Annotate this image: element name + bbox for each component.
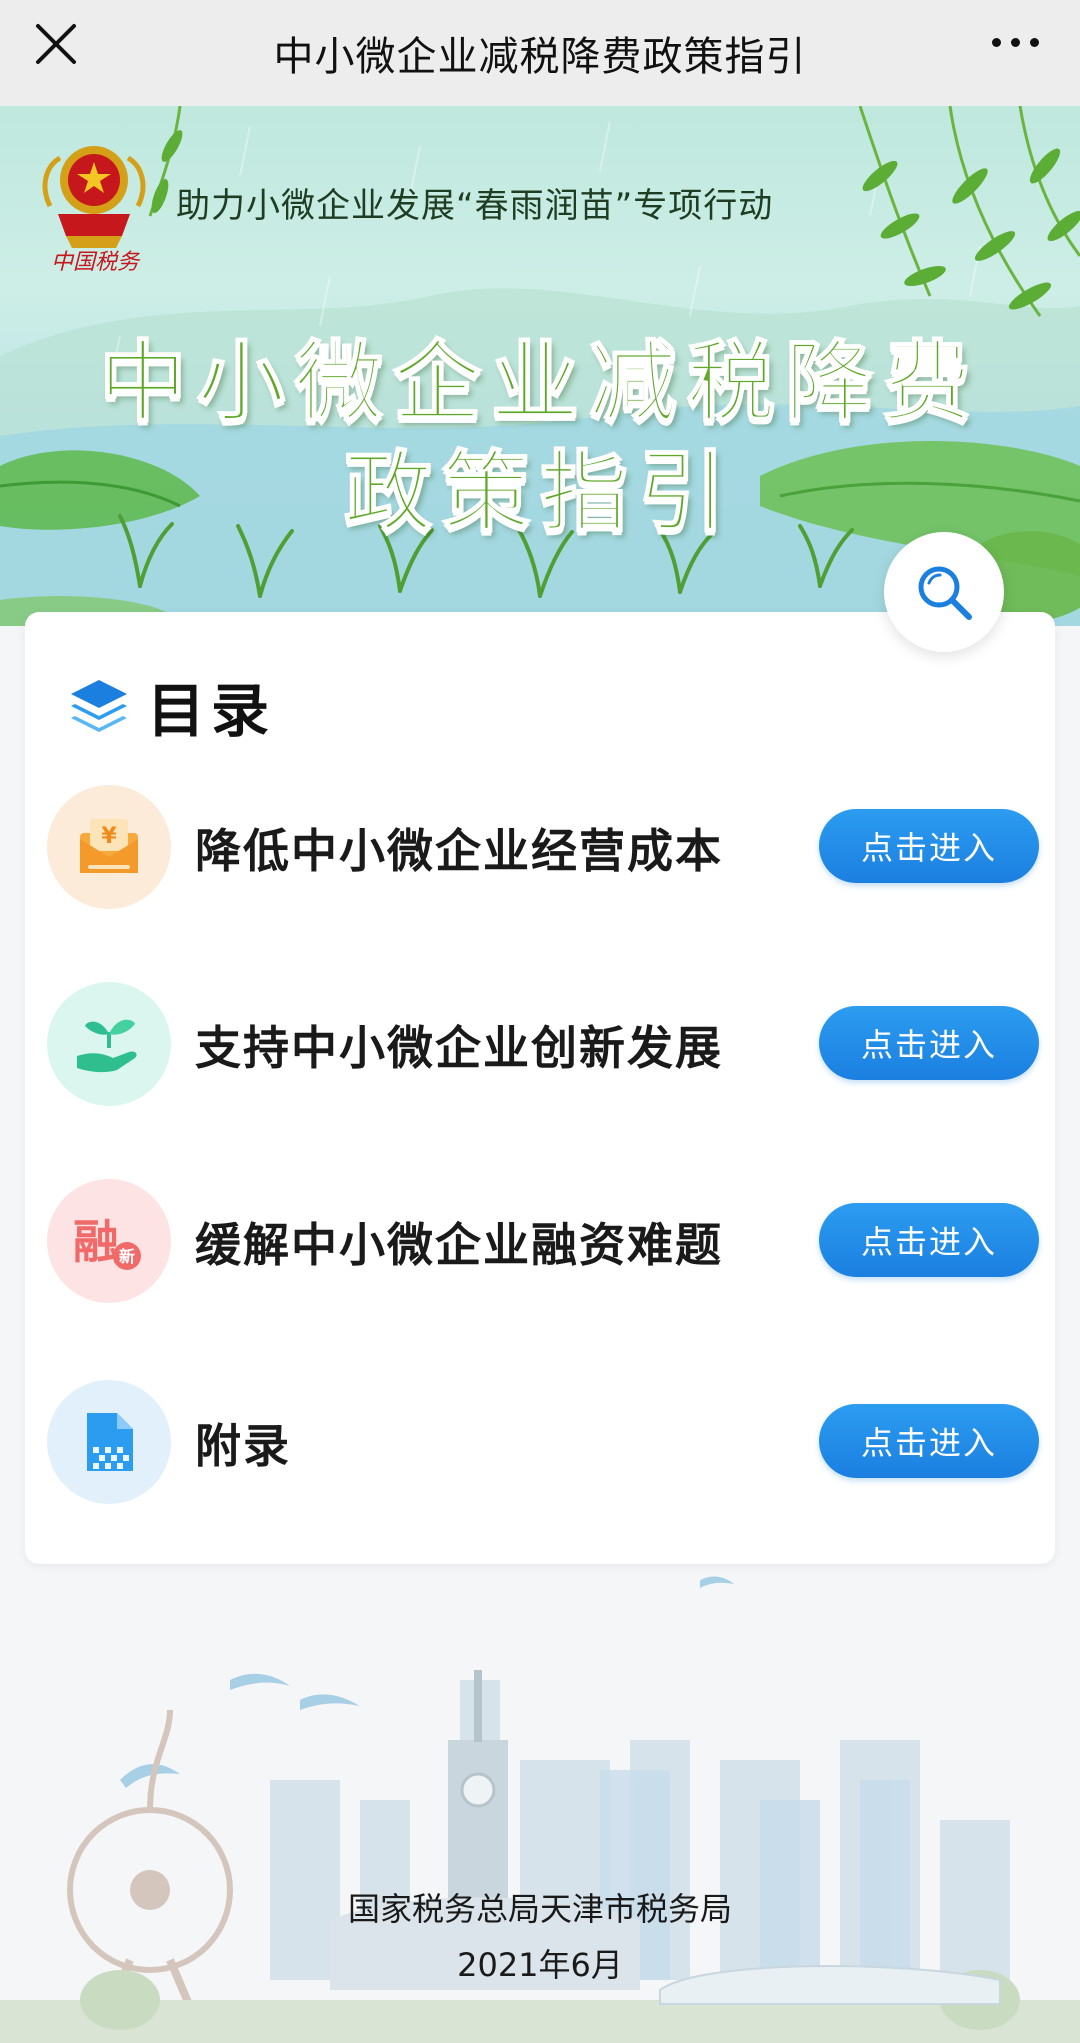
search-icon [918,566,972,620]
page: 中小微企业减税降费政策指引 中国税务 助力小微企业发展“春雨润苗”专项行动 中小… [0,0,1080,2043]
envelope-yuan-icon: ¥ [47,785,171,909]
hand-sprout-icon [47,982,171,1106]
document-icon [47,1380,171,1504]
svg-text:¥: ¥ [101,824,117,849]
more-icon[interactable] [980,18,1050,66]
banner-title-line2: 政策指引 [343,440,736,545]
title-bar: 中小微企业减税降费政策指引 [0,0,1080,106]
svg-text:新: 新 [119,1247,135,1266]
footer-organization: 国家税务总局天津市税务局 [347,1890,732,1928]
catalog-item-appendix[interactable]: 附录 点击进入 [37,1380,1047,1504]
catalog-item-innovation[interactable]: 支持中小微企业创新发展 点击进入 [37,982,1047,1106]
catalog-item-label: 附录 [195,1419,291,1473]
emblem-text: 中国税务 [50,250,139,275]
search-button[interactable] [884,532,1004,652]
page-title: 中小微企业减税降费政策指引 [273,34,807,80]
svg-text:融: 融 [73,1215,119,1269]
catalog-heading: 目录 [147,677,276,745]
catalog-card: 目录 ¥ 降低中小微企业经营成本 点击进入 支持中小微企业创新发展 点击进入 融… [25,612,1055,1564]
enter-button[interactable]: 点击进入 [819,1203,1039,1277]
catalog-item-label: 缓解中小微企业融资难题 [195,1218,723,1272]
layers-icon [71,680,127,732]
rong-xin-icon: 融 新 [47,1179,171,1303]
catalog-item-label: 降低中小微企业经营成本 [195,824,723,878]
catalog-item-label: 支持中小微企业创新发展 [195,1021,723,1075]
close-icon[interactable] [32,20,80,68]
enter-button[interactable]: 点击进入 [819,1006,1039,1080]
banner-subtitle: 助力小微企业发展“春雨润苗”专项行动 [176,186,774,226]
catalog-item-financing[interactable]: 融 新 缓解中小微企业融资难题 点击进入 [37,1179,1047,1303]
catalog-item-cost[interactable]: ¥ 降低中小微企业经营成本 点击进入 [37,785,1047,909]
footer-date: 2021年6月 [457,1946,623,1984]
enter-button[interactable]: 点击进入 [819,1404,1039,1478]
catalog-header: 目录 [67,664,275,748]
banner-title-line1: 中小微企业减税降费 [98,330,981,435]
enter-button[interactable]: 点击进入 [819,809,1039,883]
